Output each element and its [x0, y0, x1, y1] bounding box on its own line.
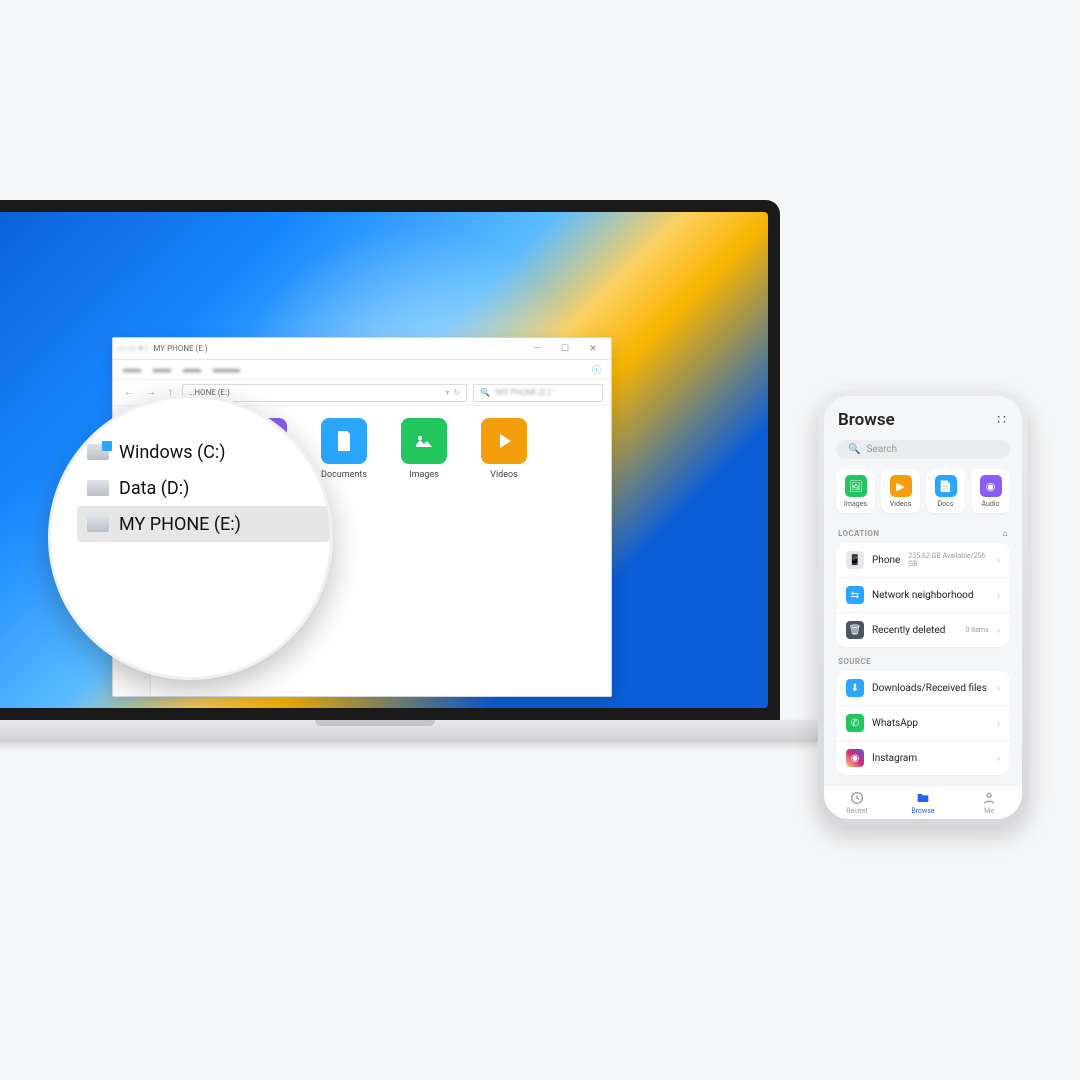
minimize-button[interactable]: — — [523, 338, 551, 359]
search-placeholder: Search — [866, 444, 897, 455]
drive-icon — [87, 444, 109, 460]
chevron-right-icon: › — [997, 752, 1000, 765]
chevron-right-icon: › — [997, 554, 1000, 567]
list-item[interactable]: ✆WhatsApp› — [836, 705, 1010, 740]
source-card: ⬇Downloads/Received files›✆WhatsApp›◉Ins… — [836, 671, 1010, 775]
drive-icon — [87, 516, 109, 532]
section-header-source: SOURCE — [838, 657, 1008, 666]
close-button[interactable]: ✕ — [579, 338, 607, 359]
phone-header: Browse ∷ — [824, 396, 1022, 436]
explorer-search-input[interactable]: 🔍 "MY PHONE (E:)" — [473, 384, 603, 402]
nav-me[interactable]: Me — [956, 786, 1022, 819]
row-icon: 📱 — [846, 551, 864, 569]
folder-images[interactable]: Images — [397, 418, 451, 480]
list-item[interactable]: 📱Phone235.62 GB Available/256 GB› — [836, 543, 1010, 577]
row-icon: ✆ — [846, 714, 864, 732]
row-icon: ⬇ — [846, 679, 864, 697]
chevron-right-icon: › — [997, 589, 1000, 602]
location-card: 📱Phone235.62 GB Available/256 GB›⇆Networ… — [836, 543, 1010, 647]
list-item[interactable]: 🗑Recently deleted0 items› — [836, 612, 1010, 647]
search-icon: 🔍 — [848, 444, 860, 455]
list-item[interactable]: ⬇Downloads/Received files› — [836, 671, 1010, 705]
drive-magnifier-callout: Windows (C:)Data (D:)MY PHONE (E:) — [48, 395, 333, 680]
window-titlebar[interactable]: ▭ ▭ ▾ | MY PHONE (E:) — ☐ ✕ — [113, 338, 611, 360]
ribbon-menu[interactable]: ▬▬▬▬▬▬▬▬▬ ⓘ — [113, 360, 611, 380]
window-title: MY PHONE (E:) — [147, 344, 523, 353]
titlebar-icons: ▭ ▭ ▾ | — [117, 344, 147, 354]
search-icon: 🔍 — [480, 388, 490, 397]
list-item[interactable]: ⇆Network neighborhood› — [836, 577, 1010, 612]
page-title: Browse — [838, 410, 895, 430]
maximize-button[interactable]: ☐ — [551, 338, 579, 359]
tile-videos[interactable]: ▶Videos — [881, 469, 920, 513]
drive-item[interactable]: Data (D:) — [77, 470, 330, 506]
bottom-nav: RecentBrowseMe — [824, 785, 1022, 819]
list-item[interactable]: ◉Instagram› — [836, 740, 1010, 775]
laptop-base — [0, 720, 829, 742]
nav-recent[interactable]: Recent — [824, 786, 890, 819]
search-placeholder: "MY PHONE (E:)" — [494, 388, 553, 397]
phone-mockup: Browse ∷ 🔍 Search 🖼Images▶Videos📄Docs◉Au… — [818, 390, 1028, 825]
nav-back-button[interactable]: ← — [121, 387, 137, 398]
folder-documents[interactable]: Documents — [317, 418, 371, 480]
chevron-right-icon: › — [997, 682, 1000, 695]
tile-images[interactable]: 🖼Images — [836, 469, 875, 513]
drive-item[interactable]: MY PHONE (E:) — [77, 506, 330, 542]
row-icon: ⇆ — [846, 586, 864, 604]
tile-audio[interactable]: ◉Audio — [971, 469, 1010, 513]
phone-screen: Browse ∷ 🔍 Search 🖼Images▶Videos📄Docs◉Au… — [824, 396, 1022, 819]
row-icon: 🗑 — [846, 621, 864, 639]
folder-videos[interactable]: Videos — [477, 418, 531, 480]
chevron-right-icon: › — [997, 717, 1000, 730]
nav-forward-button[interactable]: → — [143, 387, 159, 398]
drive-item[interactable]: Windows (C:) — [77, 434, 330, 470]
section-header-location: LOCATION — [838, 529, 879, 538]
chevron-right-icon: › — [997, 624, 1000, 637]
storage-icon[interactable]: ⌂ — [1003, 529, 1008, 538]
row-icon: ◉ — [846, 749, 864, 767]
menu-dots-icon[interactable]: ∷ — [997, 412, 1008, 428]
drive-icon — [87, 480, 109, 496]
category-tiles: 🖼Images▶Videos📄Docs◉Audio — [824, 469, 1022, 525]
tile-docs[interactable]: 📄Docs — [926, 469, 965, 513]
phone-search-input[interactable]: 🔍 Search — [836, 440, 1010, 459]
nav-browse[interactable]: Browse — [890, 786, 956, 819]
